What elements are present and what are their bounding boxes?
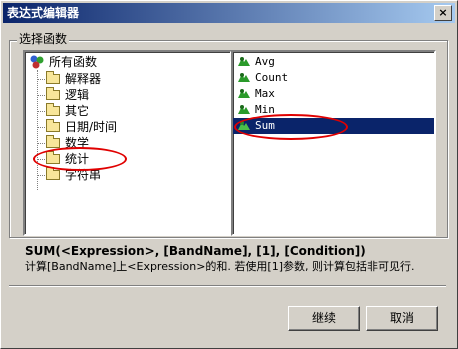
function-description: 计算[BandName]上<Expression>的和. 若使用[1]参数, 则… <box>25 260 415 273</box>
green-function-icon <box>237 72 251 84</box>
continue-button[interactable]: 继续 <box>288 306 360 331</box>
folder-icon <box>45 103 61 119</box>
category-tree[interactable]: 所有函数 解释器 逻辑 其它 日期/时间 数学 统计 字符串 <box>23 50 232 236</box>
tree-guide-line <box>37 70 38 190</box>
green-function-icon <box>237 56 251 68</box>
cancel-button[interactable]: 取消 <box>366 306 438 331</box>
tree-item-label: 其它 <box>65 104 90 118</box>
folder-icon <box>45 71 61 87</box>
function-group-icon <box>29 54 45 70</box>
window-title: 表达式编辑器 <box>7 6 80 20</box>
function-item-count[interactable]: Count <box>233 70 434 86</box>
function-item-max[interactable]: Max <box>233 86 434 102</box>
tree-item-label: 日期/时间 <box>65 120 118 134</box>
group-label: 选择函数 <box>17 32 70 46</box>
tree-item-label: 逻辑 <box>65 88 90 102</box>
tree-root-label: 所有函数 <box>49 55 98 69</box>
function-item-avg[interactable]: Avg <box>233 54 434 70</box>
close-button[interactable]: × <box>434 5 452 21</box>
tree-item-label: 解释器 <box>65 72 102 86</box>
green-function-icon <box>237 104 251 116</box>
annotation-ellipse-sum <box>234 114 348 140</box>
folder-icon <box>45 119 61 135</box>
function-signature: SUM(<Expression>, [BandName], [1], [Cond… <box>25 244 366 258</box>
title-bar[interactable]: 表达式编辑器 × <box>3 3 455 23</box>
annotation-ellipse-statistics <box>33 147 127 171</box>
function-label: Count <box>255 71 289 84</box>
folder-icon <box>45 87 61 103</box>
green-function-icon <box>237 88 251 100</box>
function-label: Max <box>255 87 275 100</box>
function-label: Avg <box>255 55 275 68</box>
divider <box>9 285 446 287</box>
function-list[interactable]: Avg Count Max Min Sum <box>231 50 436 236</box>
